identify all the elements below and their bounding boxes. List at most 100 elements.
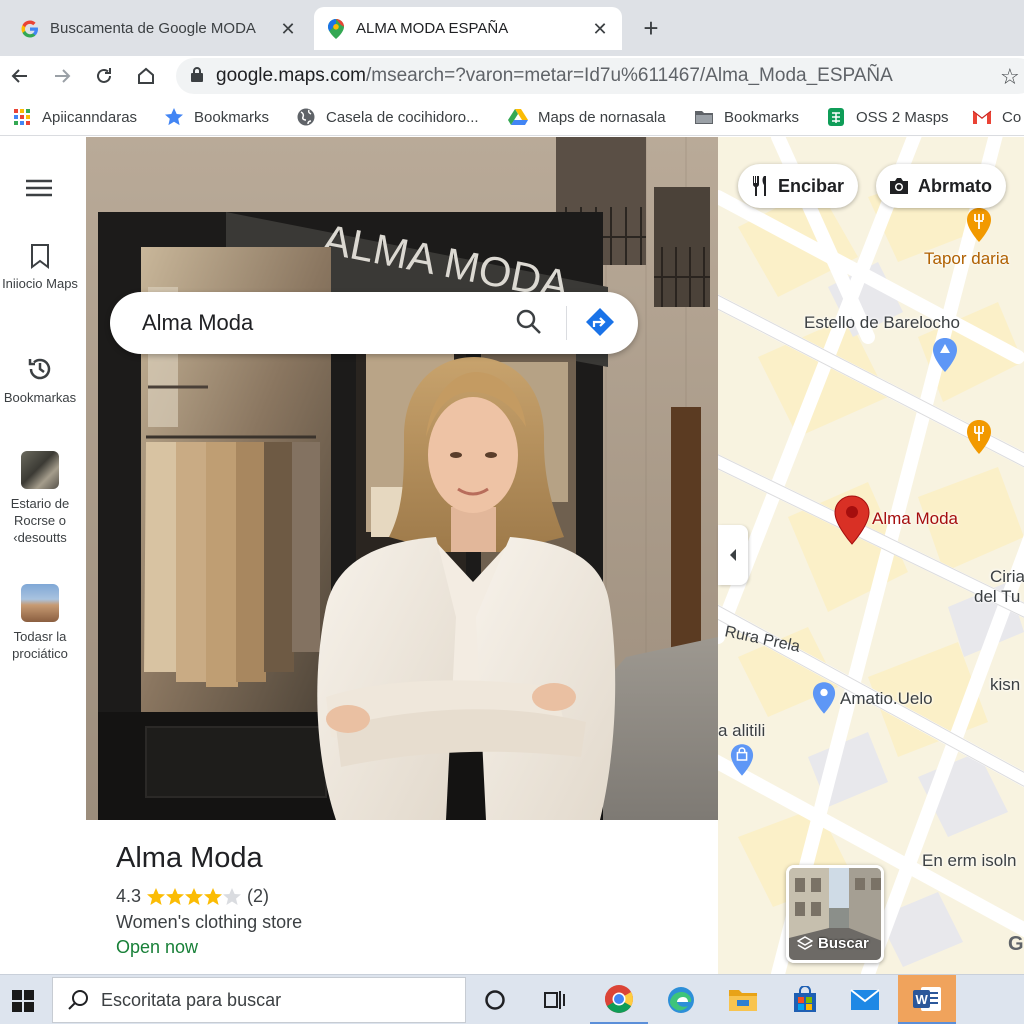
- bookmark-star-icon[interactable]: ☆: [1000, 64, 1020, 90]
- tab-google-search[interactable]: Buscamenta de Google MODA ✕: [8, 7, 310, 50]
- rail-item-recent-place-1[interactable]: Estario de Rocrse o ‹desoutts: [0, 451, 80, 546]
- new-tab-button[interactable]: +: [638, 15, 664, 42]
- bookmark-casela[interactable]: Casela de cocihidoro...: [296, 106, 479, 128]
- rail-item-label: Todasr la prociático: [12, 629, 68, 661]
- star-empty-icon: [223, 887, 242, 905]
- map-label-del-tu[interactable]: del Tu: [974, 587, 1020, 607]
- layers-label: Buscar: [818, 935, 869, 952]
- restaurant-pin-icon[interactable]: [966, 419, 992, 455]
- google-g-icon: [20, 19, 40, 39]
- home-icon[interactable]: [134, 64, 158, 88]
- rail-item-recents[interactable]: Bookmarkas: [0, 355, 80, 406]
- chip-photos[interactable]: Abrmato: [876, 164, 1007, 208]
- tab-title: ALMA MODA ESPAÑA: [356, 20, 509, 37]
- rating-value: 4.3: [116, 886, 142, 906]
- chip-label: Encibar: [778, 175, 845, 196]
- bookmark-label: Bookmarks: [724, 108, 800, 126]
- directions-icon[interactable]: [584, 306, 616, 343]
- star-filled-icon: [185, 887, 204, 905]
- sheets-icon: [826, 107, 846, 127]
- apps-grid-icon: [12, 107, 32, 127]
- search-divider: [566, 306, 567, 340]
- taskbar-search-box[interactable]: Escoritata para buscar: [52, 977, 466, 1023]
- selected-place-pin-icon[interactable]: [834, 495, 870, 545]
- star-filled-icon: [204, 887, 223, 905]
- bookmark-gmail[interactable]: Co: [972, 106, 1021, 128]
- map-label-alitili[interactable]: a alitili: [718, 721, 765, 741]
- storefront-photo[interactable]: ALMA MODA: [86, 137, 718, 820]
- map-label-estello[interactable]: Estello de Barelocho: [804, 313, 960, 333]
- review-count[interactable]: (2): [247, 886, 269, 907]
- map-canvas[interactable]: Encibar Abrmato Tapor daria Estello de B…: [718, 137, 1024, 974]
- place-panel: ALMA MODA Alma Moda 4.3 (2) Women's clot…: [86, 137, 718, 974]
- tab-close-icon[interactable]: ✕: [590, 19, 610, 39]
- taskbar-search-placeholder: Escoritata para buscar: [101, 989, 282, 1010]
- google-logo-partial: G: [1008, 933, 1024, 955]
- edge-taskbar-icon[interactable]: [652, 975, 710, 1024]
- reload-icon[interactable]: [92, 64, 116, 88]
- shopping-pin-icon[interactable]: [730, 743, 754, 777]
- tab-close-icon[interactable]: ✕: [278, 19, 298, 39]
- globe-icon: [296, 107, 316, 127]
- rating-row[interactable]: 4.3 (2): [116, 886, 269, 907]
- word-taskbar-icon[interactable]: W: [898, 975, 956, 1024]
- back-arrow-icon[interactable]: [8, 64, 32, 88]
- svg-text:W: W: [916, 992, 929, 1007]
- drive-icon: [508, 107, 528, 127]
- place-pin-icon[interactable]: [812, 681, 836, 715]
- file-explorer-icon[interactable]: [714, 975, 772, 1024]
- star-filled-icon: [166, 887, 185, 905]
- forward-arrow-icon[interactable]: [50, 64, 74, 88]
- bookmark-folder[interactable]: Bookmarks: [694, 106, 799, 128]
- bookmark-oss-maps[interactable]: OSS 2 Masps: [826, 106, 949, 128]
- map-label-amatio[interactable]: Amatio.Uelo: [840, 689, 933, 709]
- map-label-tapor[interactable]: Tapor daria: [924, 249, 1009, 269]
- layers-icon: [797, 935, 813, 950]
- url-path: /msearch=?varon=metar=Id7u%611467/Alma_M…: [365, 65, 893, 86]
- windows-start-icon[interactable]: [12, 990, 34, 1017]
- place-thumbnail: [21, 584, 59, 622]
- bookmark-apps[interactable]: Apiicanndaras: [12, 106, 137, 128]
- maps-app: Iniiocio Maps Bookmarkas Estario de Rocr…: [0, 137, 1024, 974]
- bookmarks-bar: Apiicanndaras Bookmarks Casela de cocihi…: [0, 98, 1024, 136]
- search-input[interactable]: Alma Moda: [142, 310, 253, 336]
- rail-item-label: Estario de Rocrse o ‹desoutts: [10, 496, 70, 545]
- tab-alma-moda[interactable]: ALMA MODA ESPAÑA ✕: [314, 7, 622, 50]
- map-label-en-erm[interactable]: En erm isoln: [922, 851, 1016, 871]
- search-icon: [67, 989, 89, 1011]
- bookmark-label: OSS 2 Masps: [856, 108, 949, 126]
- browser-tab-strip: Buscamenta de Google MODA ✕ ALMA MODA ES…: [0, 0, 1024, 56]
- hamburger-menu-icon[interactable]: [26, 179, 52, 202]
- place-thumbnail: [21, 451, 59, 489]
- gmail-icon: [972, 107, 992, 127]
- place-pin-icon[interactable]: [932, 337, 958, 373]
- maps-side-rail: Iniiocio Maps Bookmarkas Estario de Rocr…: [0, 137, 86, 974]
- map-label-ciria[interactable]: Ciria: [990, 567, 1024, 587]
- cortana-icon[interactable]: [466, 975, 524, 1024]
- rail-item-label: Bookmarkas: [3, 390, 77, 405]
- mail-icon[interactable]: [836, 975, 894, 1024]
- bookmark-maps-nornasala[interactable]: Maps de nornasala: [508, 106, 666, 128]
- task-view-icon[interactable]: [526, 975, 584, 1024]
- maps-search-box[interactable]: Alma Moda: [110, 292, 638, 354]
- search-icon[interactable]: [515, 308, 543, 341]
- bookmark-bookmarks[interactable]: Bookmarks: [164, 106, 269, 128]
- map-label-alma-moda[interactable]: Alma Moda: [872, 509, 958, 529]
- history-icon: [0, 355, 80, 383]
- star-filled-icon: [147, 887, 166, 905]
- layers-button[interactable]: Buscar: [786, 865, 884, 963]
- address-bar[interactable]: google.maps.com/msearch=?varon=metar=Id7…: [176, 58, 1024, 94]
- bookmark-label: Bookmarks: [194, 108, 270, 126]
- restaurant-pin-icon[interactable]: [966, 207, 992, 243]
- place-category[interactable]: Women's clothing store: [116, 912, 302, 933]
- store-icon[interactable]: [776, 975, 834, 1024]
- url-host: google.maps.com: [216, 65, 366, 86]
- rail-item-recent-place-2[interactable]: Todasr la prociático: [0, 584, 80, 662]
- collapse-panel-button[interactable]: [718, 525, 748, 585]
- chrome-taskbar-icon[interactable]: [590, 975, 648, 1024]
- google-maps-pin-icon: [326, 18, 346, 39]
- chip-restaurants[interactable]: Encibar: [738, 164, 859, 208]
- bookmark-label: Casela de cocihidoro...: [326, 108, 479, 126]
- rail-item-saved[interactable]: Iniiocio Maps: [0, 243, 80, 292]
- map-label-kism[interactable]: kisn: [990, 675, 1020, 695]
